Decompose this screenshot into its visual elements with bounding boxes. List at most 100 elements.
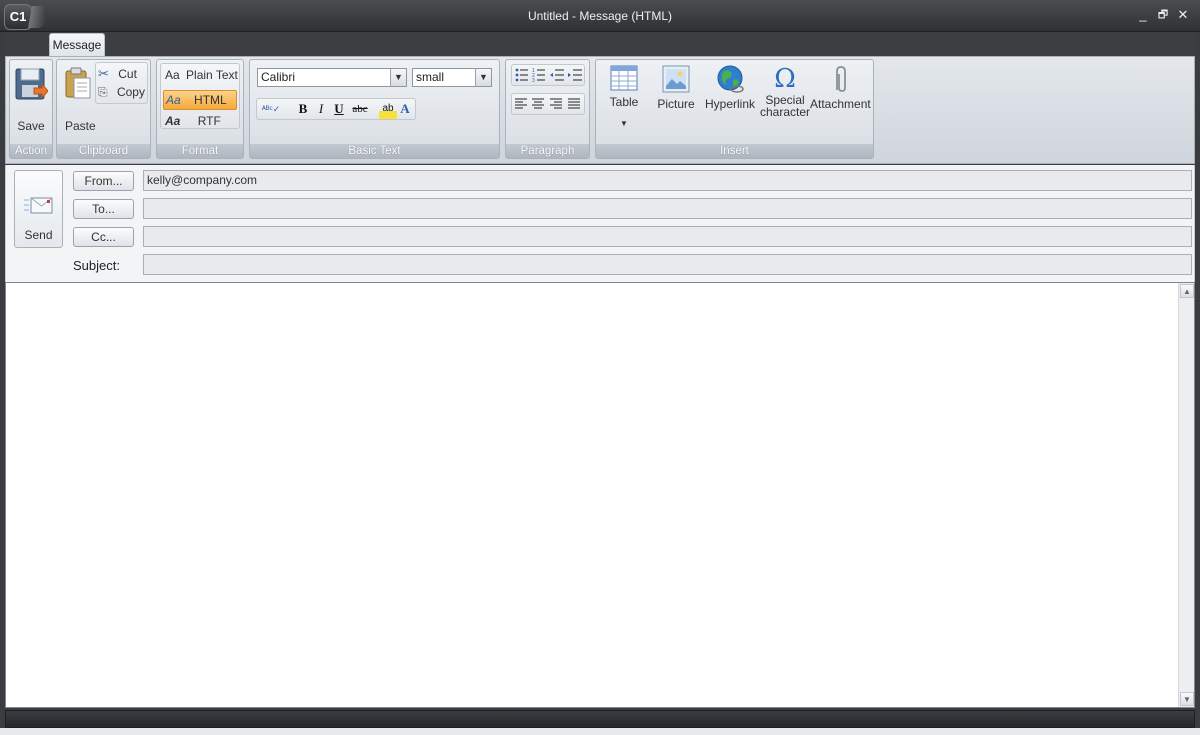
hyperlink-label: Hyperlink (704, 97, 755, 111)
format-panel: Aa Plain Text Aa HTML Aa RTF (160, 63, 240, 129)
mail-compose-window: C1 Untitled - Message (HTML) _ 🗗 ✕ Messa… (0, 0, 1200, 735)
save-label: Save (17, 119, 45, 133)
html-label: HTML (194, 93, 227, 107)
numbered-list-icon: 123 (532, 68, 545, 84)
scroll-up-icon[interactable]: ▲ (1180, 284, 1194, 298)
insert-picture-button[interactable]: Picture (654, 64, 698, 120)
font-size-select[interactable]: small ▼ (412, 68, 492, 87)
group-format-label: Format (157, 144, 243, 158)
list-format-icons: 123 (515, 68, 582, 84)
special-character-label-line2: character (760, 105, 811, 119)
tab-message[interactable]: Message (49, 33, 105, 57)
picture-label: Picture (657, 97, 695, 111)
group-basic-text-label: Basic Text (250, 144, 499, 158)
ribbon-tab-strip: Message (5, 32, 1195, 57)
cut-label: Cut (118, 67, 137, 81)
table-label: Table (609, 95, 639, 109)
save-button[interactable]: Save (12, 66, 50, 136)
format-plain-text-option[interactable]: Aa Plain Text (165, 68, 238, 82)
group-insert: Table ▼ Picture Hyperlink Ω Special char… (595, 59, 874, 159)
send-button[interactable]: Send (14, 170, 63, 248)
paste-icon (65, 67, 91, 99)
from-button[interactable]: From... (73, 171, 134, 191)
font-family-select[interactable]: Calibri ▼ (257, 68, 407, 87)
window-title: Untitled - Message (HTML) (527, 9, 673, 23)
rtf-label: RTF (197, 114, 221, 128)
insert-attachment-button[interactable]: Attachment (810, 64, 871, 120)
window-bottom-edge (0, 728, 1200, 735)
format-html-option[interactable]: Aa HTML (163, 90, 237, 110)
group-clipboard: Paste ✂ Cut ⎘ Copy Clipboard (56, 59, 151, 159)
title-bar: C1 Untitled - Message (HTML) _ 🗗 ✕ (0, 0, 1200, 32)
cc-button[interactable]: Cc... (73, 227, 134, 247)
table-icon (610, 65, 638, 91)
insert-hyperlink-button[interactable]: Hyperlink (704, 64, 756, 120)
to-button[interactable]: To... (73, 199, 134, 219)
font-color-button[interactable]: A (397, 99, 413, 119)
group-insert-label: Insert (596, 144, 873, 158)
status-bar (5, 710, 1195, 728)
insert-table-button[interactable]: Table ▼ (600, 64, 648, 142)
highlight-icon[interactable]: ab (379, 99, 397, 119)
bullet-list-icon (515, 68, 528, 82)
insert-special-character-button[interactable]: Ω Special character (760, 64, 810, 128)
restore-button[interactable]: 🗗 (1154, 6, 1172, 24)
to-field[interactable] (143, 198, 1192, 219)
copy-button[interactable]: ⎘ Copy (98, 85, 145, 100)
outdent-icon (550, 69, 564, 81)
ribbon: Save Action Paste ✂ Cut ⎘ Copy Clipboard… (5, 56, 1195, 164)
group-basic-text: Calibri ▼ small ▼ ᴬᴮᶜ✓ B I U abc ab A Ba… (249, 59, 500, 159)
html-format-icon: Aa (166, 93, 181, 107)
group-action-label: Action (10, 144, 52, 158)
subject-field[interactable] (143, 254, 1192, 275)
justify-icon (568, 98, 580, 109)
subject-label: Subject: (73, 258, 120, 273)
spellcheck-icon[interactable]: ᴬᴮᶜ✓ (261, 99, 281, 119)
group-paragraph: 123 Paragraph (505, 59, 590, 159)
italic-button[interactable]: I (313, 99, 329, 119)
message-header: Send From... kelly@company.com To... Cc.… (5, 165, 1195, 282)
font-family-value: Calibri (261, 70, 296, 84)
svg-text:3: 3 (532, 78, 535, 84)
chevron-down-icon: ▼ (475, 69, 491, 86)
plain-text-icon: Aa (165, 68, 180, 82)
align-right-icon (550, 98, 562, 109)
paste-button[interactable]: Paste (60, 66, 96, 136)
cc-field[interactable] (143, 226, 1192, 247)
vertical-scrollbar[interactable]: ▲ ▼ (1178, 283, 1194, 707)
underline-button[interactable]: U (331, 99, 347, 119)
send-envelope-icon (24, 197, 53, 214)
list-buttons-panel: 123 (511, 64, 585, 86)
picture-icon (662, 65, 690, 93)
copy-label: Copy (116, 85, 145, 99)
bold-button[interactable]: B (295, 99, 311, 119)
scroll-down-icon[interactable]: ▼ (1180, 692, 1194, 706)
cut-button[interactable]: ✂ Cut (98, 66, 137, 82)
group-format: Aa Plain Text Aa HTML Aa RTF Format (156, 59, 244, 159)
align-center-icon (532, 98, 544, 109)
group-paragraph-label: Paragraph (506, 144, 589, 158)
format-rtf-option[interactable]: Aa RTF (165, 114, 237, 128)
copy-icon: ⎘ (98, 85, 108, 99)
strikethrough-button[interactable]: abc (349, 99, 371, 119)
message-body-editor[interactable]: ▲ ▼ (5, 282, 1195, 708)
clipboard-small-panel: ✂ Cut ⎘ Copy (95, 62, 148, 104)
alignment-buttons-panel (511, 93, 585, 115)
group-action: Save Action (9, 59, 53, 159)
table-dropdown-icon: ▼ (620, 119, 628, 128)
font-size-value: small (416, 70, 445, 84)
scissors-icon: ✂ (98, 66, 109, 81)
paste-label: Paste (65, 119, 96, 133)
paperclip-icon (836, 66, 846, 92)
plain-text-label: Plain Text (186, 68, 238, 82)
close-button[interactable]: ✕ (1174, 6, 1192, 24)
minimize-button[interactable]: _ (1134, 6, 1152, 24)
rtf-icon: Aa (165, 114, 181, 128)
send-label: Send (24, 228, 53, 242)
attachment-label: Attachment (810, 97, 871, 111)
text-style-panel: ᴬᴮᶜ✓ B I U abc ab A (256, 98, 416, 120)
align-left-icon (515, 98, 527, 109)
indent-icon (568, 69, 582, 81)
chevron-down-icon: ▼ (390, 69, 406, 86)
from-field[interactable]: kelly@company.com (143, 170, 1192, 191)
